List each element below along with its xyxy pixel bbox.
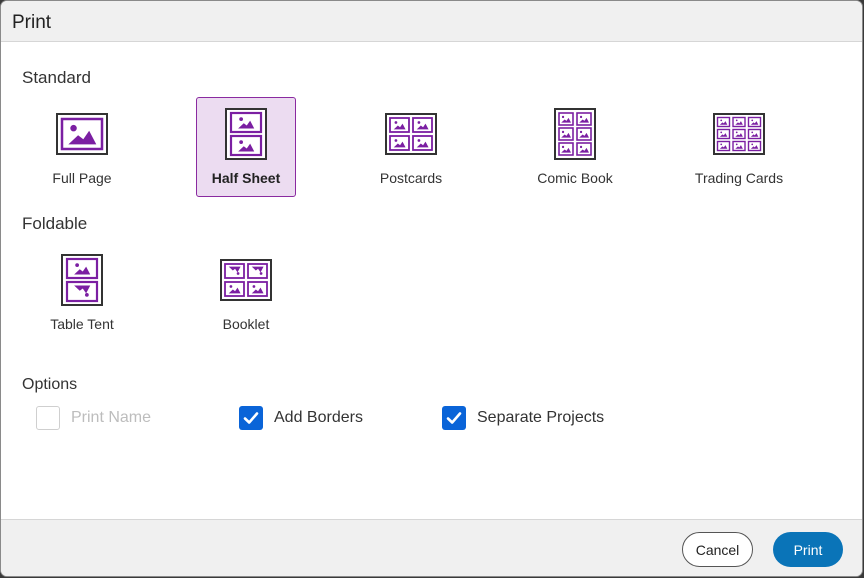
table-tent-icon: [61, 254, 103, 306]
layout-label: Full Page: [52, 170, 112, 186]
half-sheet-icon: [225, 108, 267, 160]
dialog-footer: Cancel Print: [1, 519, 862, 576]
print-button[interactable]: Print: [773, 532, 843, 567]
option-label: Print Name: [71, 409, 152, 426]
layout-full-page[interactable]: Full Page: [32, 97, 132, 197]
layout-comic-book[interactable]: Comic Book: [525, 97, 625, 197]
booklet-icon: [220, 259, 272, 301]
layout-label: Comic Book: [537, 170, 613, 186]
add-borders-checkbox[interactable]: [239, 406, 263, 430]
cancel-button[interactable]: Cancel: [682, 532, 753, 567]
layout-half-sheet[interactable]: Half Sheet: [196, 97, 296, 197]
options-section-heading: Options: [22, 376, 78, 393]
postcards-icon: [385, 113, 437, 155]
print-dialog: Print Standard Full Page Half Sheet Post…: [1, 1, 862, 576]
option-label: Separate Projects: [477, 409, 605, 426]
option-print-name[interactable]: Print Name: [36, 406, 151, 430]
layout-label: Postcards: [379, 170, 443, 186]
foldable-section-heading: Foldable: [22, 214, 88, 233]
full-page-icon: [56, 113, 108, 155]
checkmark-icon: [446, 412, 462, 424]
layout-trading-cards[interactable]: Trading Cards: [689, 97, 789, 197]
layout-postcards[interactable]: Postcards: [361, 97, 461, 197]
comic-book-icon: [554, 108, 596, 160]
layout-label: Half Sheet: [211, 170, 281, 186]
dialog-title: Print: [12, 12, 52, 33]
layout-label: Booklet: [222, 316, 270, 332]
standard-section-heading: Standard: [22, 68, 91, 87]
layout-booklet[interactable]: Booklet: [196, 243, 296, 343]
option-label: Add Borders: [274, 409, 363, 426]
option-add-borders[interactable]: Add Borders: [239, 406, 363, 430]
trading-cards-icon: [713, 113, 765, 155]
layout-table-tent[interactable]: Table Tent: [32, 243, 132, 343]
checkmark-icon: [243, 412, 259, 424]
option-separate-projects[interactable]: Separate Projects: [442, 406, 604, 430]
layout-label: Trading Cards: [694, 170, 784, 186]
dialog-title-bar: Print: [1, 1, 862, 42]
layout-label: Table Tent: [50, 316, 114, 332]
separate-projects-checkbox[interactable]: [442, 406, 466, 430]
print-name-checkbox[interactable]: [36, 406, 60, 430]
